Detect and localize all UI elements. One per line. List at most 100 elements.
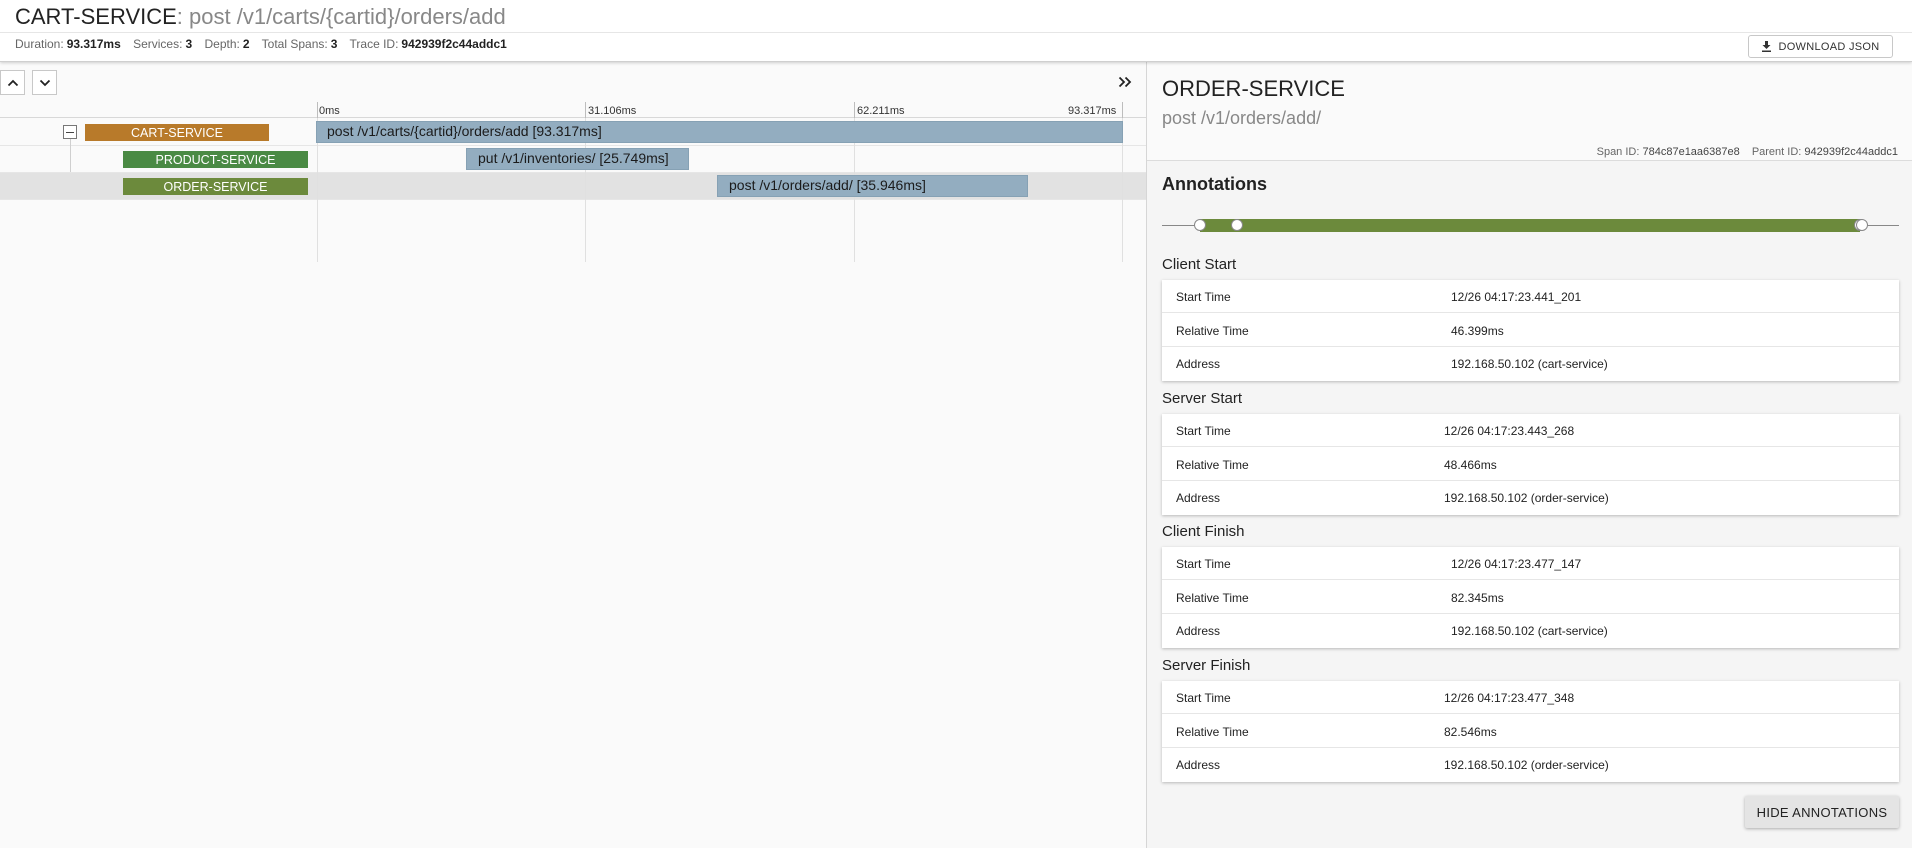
parent-id-label: Parent ID: [1751,146,1802,158]
download-json-button[interactable]: DOWNLOAD JSON [1748,35,1893,58]
span-detail-panel: ORDER-SERVICE post /v1/orders/add/ Span … [1146,62,1912,848]
detail-path: post /v1/orders/add/ [1162,108,1322,128]
detail-service: ORDER-SERVICE [1162,76,1345,101]
tree-line [70,134,71,172]
service-pill: PRODUCT-SERVICE [123,151,308,168]
time-ruler: 0ms 31.106ms 62.211ms 93.317ms [0,102,1146,118]
row-key: Address [1176,357,1221,371]
row-value: 48.466ms [1444,458,1497,472]
trace-id-label: Trace ID: [349,37,399,51]
service-pill: CART-SERVICE [85,124,269,141]
tick-line [585,102,586,118]
row-key: Relative Time [1176,591,1249,605]
row-key: Start Time [1176,557,1231,571]
row-value: 12/26 04:17:23.477_147 [1451,557,1582,571]
span-bar[interactable]: post /v1/carts/{cartid}/orders/add [93.3… [316,121,1123,143]
title-path: : post /v1/carts/{cartid}/orders/add [176,4,506,29]
annotation-card: Start Time 12/26 04:17:23.443_268 Relativ… [1162,414,1899,515]
annotation-row: Address 192.168.50.102 (cart-service) [1162,614,1899,647]
collapse-toggle[interactable] [63,125,77,139]
annotation-title: Server Finish [1162,657,1251,674]
annotation-row: Address 192.168.50.102 (order-service) [1162,748,1899,781]
span-bar[interactable]: post /v1/orders/add/ [35.946ms] [717,175,1028,197]
hide-annotations-button[interactable]: HIDE ANNOTATIONS [1745,796,1899,828]
download-icon [1762,41,1772,52]
row-key: Start Time [1176,691,1231,705]
row-key: Address [1176,758,1221,772]
row-key: Relative Time [1176,458,1249,472]
download-json-label: DOWNLOAD JSON [1778,40,1880,53]
row-key: Start Time [1176,424,1231,438]
trace-stats: Duration: 93.317ms Services: 3 Depth: 2 Tot… [15,37,516,51]
duration-value: 93.317ms [66,37,121,51]
row-value: 12/26 04:17:23.443_268 [1444,424,1575,438]
annotation-row: Start Time 12/26 04:17:23.477_348 [1162,681,1899,714]
services-label: Services: [133,37,183,51]
annotation-row: Start Time 12/26 04:17:23.477_147 [1162,547,1899,580]
span-ids: Span ID: 784c87e1aa6387e8 Parent ID: 942… [1597,146,1898,158]
span-detail-header: ORDER-SERVICE post /v1/orders/add/ Span … [1147,62,1912,161]
annotation-card: Start Time 12/26 04:17:23.477_147 Relativ… [1162,547,1899,648]
annotation-marker[interactable] [1856,219,1868,231]
row-value: 82.546ms [1444,725,1497,739]
annotation-title: Server Start [1162,390,1243,407]
annotation-card: Start Time 12/26 04:17:23.477_348 Relativ… [1162,681,1899,782]
tick-label: 0ms [319,105,340,117]
row-key: Relative Time [1176,725,1249,739]
trace-id-value: 942939f2c44addc1 [401,37,507,51]
timeline-panel: 0ms 31.106ms 62.211ms 93.317ms CART-SERV… [0,62,1146,848]
tick-line [854,102,855,118]
tick-label: 93.317ms [1068,105,1117,117]
tick-label: 31.106ms [588,105,637,117]
page-title: CART-SERVICE: post /v1/carts/{cartid}/or… [15,4,506,30]
row-key: Start Time [1176,290,1231,304]
prev-span-button[interactable] [0,70,25,95]
spans-value: 3 [330,37,338,51]
service-pill: ORDER-SERVICE [123,178,308,195]
depth-label: Depth: [204,37,240,51]
spans-label: Total Spans: [261,37,328,51]
parent-id-value: 942939f2c44addc1 [1804,146,1898,158]
annotation-title: Client Finish [1162,523,1245,540]
annotation-marker[interactable] [1194,219,1206,231]
annotation-timeline-range [1200,219,1860,232]
row-value: 192.168.50.102 (cart-service) [1451,624,1608,638]
annotation-row: Relative Time 82.345ms [1162,581,1899,614]
double-chevron-right-icon [1118,76,1132,88]
chevron-down-icon [39,79,50,86]
span-id-value: 784c87e1aa6387e8 [1642,146,1740,158]
trace-header: CART-SERVICE: post /v1/carts/{cartid}/or… [0,0,1912,62]
annotation-row: Relative Time 82.546ms [1162,715,1899,748]
row-key: Address [1176,624,1221,638]
row-value: 82.345ms [1451,591,1504,605]
row-value: 12/26 04:17:23.441_201 [1451,290,1582,304]
row-value: 46.399ms [1451,324,1504,338]
annotation-row: Relative Time 48.466ms [1162,448,1899,481]
row-key: Relative Time [1176,324,1249,338]
chevron-up-icon [7,79,18,86]
next-span-button[interactable] [32,70,57,95]
annotation-row: Start Time 12/26 04:17:23.443_268 [1162,414,1899,447]
duration-label: Duration: [15,37,64,51]
annotation-row: Start Time 12/26 04:17:23.441_201 [1162,280,1899,313]
tick-line [317,102,318,118]
span-bar[interactable]: put /v1/inventories/ [25.749ms] [466,148,689,170]
span-id-label: Span ID: [1596,146,1640,158]
row-key: Address [1176,491,1221,505]
tick-label: 62.211ms [857,105,905,117]
expand-panel-button[interactable] [1114,72,1136,92]
services-value: 3 [185,37,193,51]
row-value: 192.168.50.102 (order-service) [1444,758,1609,772]
annotations-heading: Annotations [1162,174,1267,194]
annotation-row: Address 192.168.50.102 (order-service) [1162,481,1899,514]
divider [0,32,1912,33]
annotation-card: Start Time 12/26 04:17:23.441_201 Relativ… [1162,280,1899,381]
title-service: CART-SERVICE [15,4,177,29]
tick-line [1122,102,1123,118]
annotation-row: Relative Time 46.399ms [1162,314,1899,347]
annotation-marker[interactable] [1231,219,1243,231]
annotation-row: Address 192.168.50.102 (cart-service) [1162,347,1899,380]
row-value: 192.168.50.102 (order-service) [1444,491,1609,505]
row-value: 12/26 04:17:23.477_348 [1444,691,1575,705]
depth-value: 2 [242,37,250,51]
